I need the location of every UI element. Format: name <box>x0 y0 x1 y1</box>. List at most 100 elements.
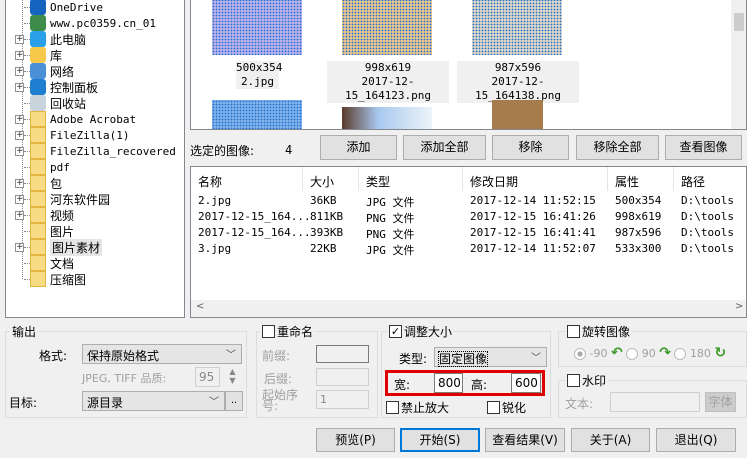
tree-item[interactable]: + 河东软件园 <box>6 191 181 207</box>
thumbnail-image[interactable] <box>492 100 543 129</box>
about-button[interactable]: 关于(A) <box>571 428 650 452</box>
folder-icon <box>30 255 46 271</box>
resize-label: 调整大小 <box>404 325 453 339</box>
checkbox[interactable] <box>487 401 500 414</box>
sharpen-checkbox[interactable]: 锐化 <box>487 399 526 416</box>
add-button[interactable]: 添加 <box>320 135 397 160</box>
suffix-input[interactable] <box>316 368 369 386</box>
tree-item[interactable]: + FileZilla_recovered <box>6 143 181 159</box>
expand-icon[interactable]: + <box>15 50 24 60</box>
table-row[interactable]: 2017-12-15_164... 393KB PNG 文件 2017-12-15 1… <box>191 225 746 241</box>
expand-icon[interactable]: + <box>15 66 24 76</box>
folder-tree[interactable]: OneDrive www.pc0359.cn_01 + 此电脑 + 库 + 网络 + 控制面板 回收… <box>5 0 185 318</box>
watermark-group: 水印 文本: 字体 <box>558 372 747 418</box>
expand-icon[interactable]: + <box>15 146 24 156</box>
table-cell: PNG 文件 <box>366 228 415 241</box>
table-cell: 811KB <box>310 210 344 223</box>
folder-icon <box>30 191 46 207</box>
view-result-button[interactable]: 查看结果(V) <box>485 428 565 452</box>
table-row[interactable]: 2017-12-15_164... 811KB PNG 文件 2017-12-15 1… <box>191 209 746 225</box>
rename-checkbox[interactable]: 重命名 <box>260 323 316 340</box>
font-button[interactable]: 字体 <box>705 392 736 412</box>
expand-icon[interactable]: + <box>15 34 24 44</box>
start-button[interactable]: 开始(S) <box>400 428 480 452</box>
height-input[interactable]: 600 <box>511 373 541 393</box>
scroll-right-icon[interactable]: > <box>735 301 743 312</box>
tree-item[interactable]: + FileZilla(1) <box>6 127 181 143</box>
expand-icon[interactable]: + <box>15 210 24 220</box>
remove-button[interactable]: 移除 <box>492 135 569 160</box>
thumbnail-image[interactable] <box>472 0 562 55</box>
watermark-text-input[interactable] <box>610 392 700 412</box>
checkbox[interactable] <box>567 325 580 338</box>
watermark-checkbox[interactable]: 水印 <box>565 372 609 389</box>
chevron-down-icon: ﹀ <box>531 353 541 364</box>
tree-item[interactable]: 回收站 <box>6 95 181 111</box>
tree-item[interactable]: 图片 <box>6 223 181 239</box>
remove-all-button[interactable]: 移除全部 <box>576 135 659 160</box>
exit-button[interactable]: 退出(Q) <box>656 428 736 452</box>
thumbnail-image[interactable] <box>342 107 432 129</box>
start-number-input[interactable]: 1 <box>316 390 369 409</box>
quality-spinner[interactable]: ▲ ▼ <box>226 367 239 387</box>
column-header-modified[interactable]: 修改日期 <box>463 167 608 191</box>
thumbnail-view[interactable]: 500x354 2.jpg 998x619 2017-12-15_164123.pn… <box>190 0 747 130</box>
tree-item[interactable]: + 库 <box>6 47 181 63</box>
rotate-radio-minus90[interactable] <box>574 348 586 360</box>
expand-icon[interactable]: + <box>15 178 24 188</box>
prefix-input[interactable] <box>316 345 369 363</box>
checkbox[interactable] <box>567 374 580 387</box>
column-header-type[interactable]: 类型 <box>359 167 463 191</box>
tree-item[interactable]: 文档 <box>6 255 181 271</box>
tree-item[interactable]: + 网络 <box>6 63 181 79</box>
rotate-radio-180[interactable] <box>674 348 687 360</box>
tree-item[interactable]: 压缩图 <box>6 271 181 287</box>
file-list[interactable]: 名称 大小 类型 修改日期 属性 路径 2.jpg 36KB JPG 文件 2017-… <box>190 166 747 318</box>
tree-item[interactable]: + 图片素材 <box>6 238 181 256</box>
checkbox-checked-icon[interactable]: ✓ <box>389 325 402 338</box>
thumbnail-image[interactable] <box>212 100 302 129</box>
tree-item[interactable]: + Adobe Acrobat <box>6 111 181 127</box>
table-cell: D:\tools <box>681 210 734 223</box>
horizontal-scrollbar[interactable]: < > <box>191 300 746 317</box>
format-select[interactable]: 保持原始格式 ﹀ <box>82 344 242 364</box>
resize-checkbox[interactable]: ✓ 调整大小 <box>387 323 455 340</box>
column-header-size[interactable]: 大小 <box>303 167 359 191</box>
quality-input[interactable]: 95 <box>195 367 220 387</box>
expand-icon[interactable]: + <box>15 194 24 204</box>
resize-type-select[interactable]: 固定图像 ﹀ <box>434 347 547 367</box>
tree-item[interactable]: www.pc0359.cn_01 <box>6 15 181 31</box>
checkbox[interactable] <box>386 401 399 414</box>
expand-icon[interactable]: + <box>15 114 24 124</box>
rotate-radio-90[interactable] <box>626 348 639 360</box>
rotate-checkbox[interactable]: 旋转图像 <box>565 323 633 340</box>
scroll-left-icon[interactable]: < <box>196 301 204 312</box>
browse-button[interactable]: .. <box>225 391 243 411</box>
target-select[interactable]: 源目录 ﹀ <box>82 391 225 411</box>
add-all-button[interactable]: 添加全部 <box>403 135 486 160</box>
tree-item[interactable]: + 控制面板 <box>6 79 181 95</box>
tree-item[interactable]: + 视频 <box>6 207 181 223</box>
view-image-button[interactable]: 查看图像 <box>665 135 742 160</box>
vertical-scrollbar[interactable] <box>731 0 746 129</box>
column-header-path[interactable]: 路径 <box>674 167 746 191</box>
tree-item[interactable]: + 包 <box>6 175 181 191</box>
thumbnail-image[interactable] <box>342 0 432 55</box>
tree-item[interactable]: + 此电脑 <box>6 31 181 47</box>
preview-button[interactable]: 预览(P) <box>316 428 395 452</box>
width-input[interactable]: 800 <box>434 373 463 393</box>
column-header-attributes[interactable]: 属性 <box>608 167 674 191</box>
table-row[interactable]: 3.jpg 22KB JPG 文件 2017-12-14 11:52:07 533x30… <box>191 241 746 257</box>
no-enlarge-checkbox[interactable]: 禁止放大 <box>386 399 449 416</box>
rename-group: 重命名 前缀: 后缀: 起始序号: 1 <box>256 323 378 418</box>
column-header-name[interactable]: 名称 <box>191 167 303 191</box>
tree-item[interactable]: OneDrive <box>6 0 181 15</box>
thumbnail-image[interactable] <box>212 0 302 55</box>
tree-item[interactable]: pdf <box>6 159 181 175</box>
expand-icon[interactable]: + <box>15 130 24 140</box>
table-row[interactable]: 2.jpg 36KB JPG 文件 2017-12-14 11:52:15 500x35… <box>191 193 746 209</box>
scrollbar-thumb[interactable] <box>734 13 744 31</box>
expand-icon[interactable]: + <box>15 242 24 252</box>
expand-icon[interactable]: + <box>15 82 24 92</box>
checkbox[interactable] <box>262 325 275 338</box>
